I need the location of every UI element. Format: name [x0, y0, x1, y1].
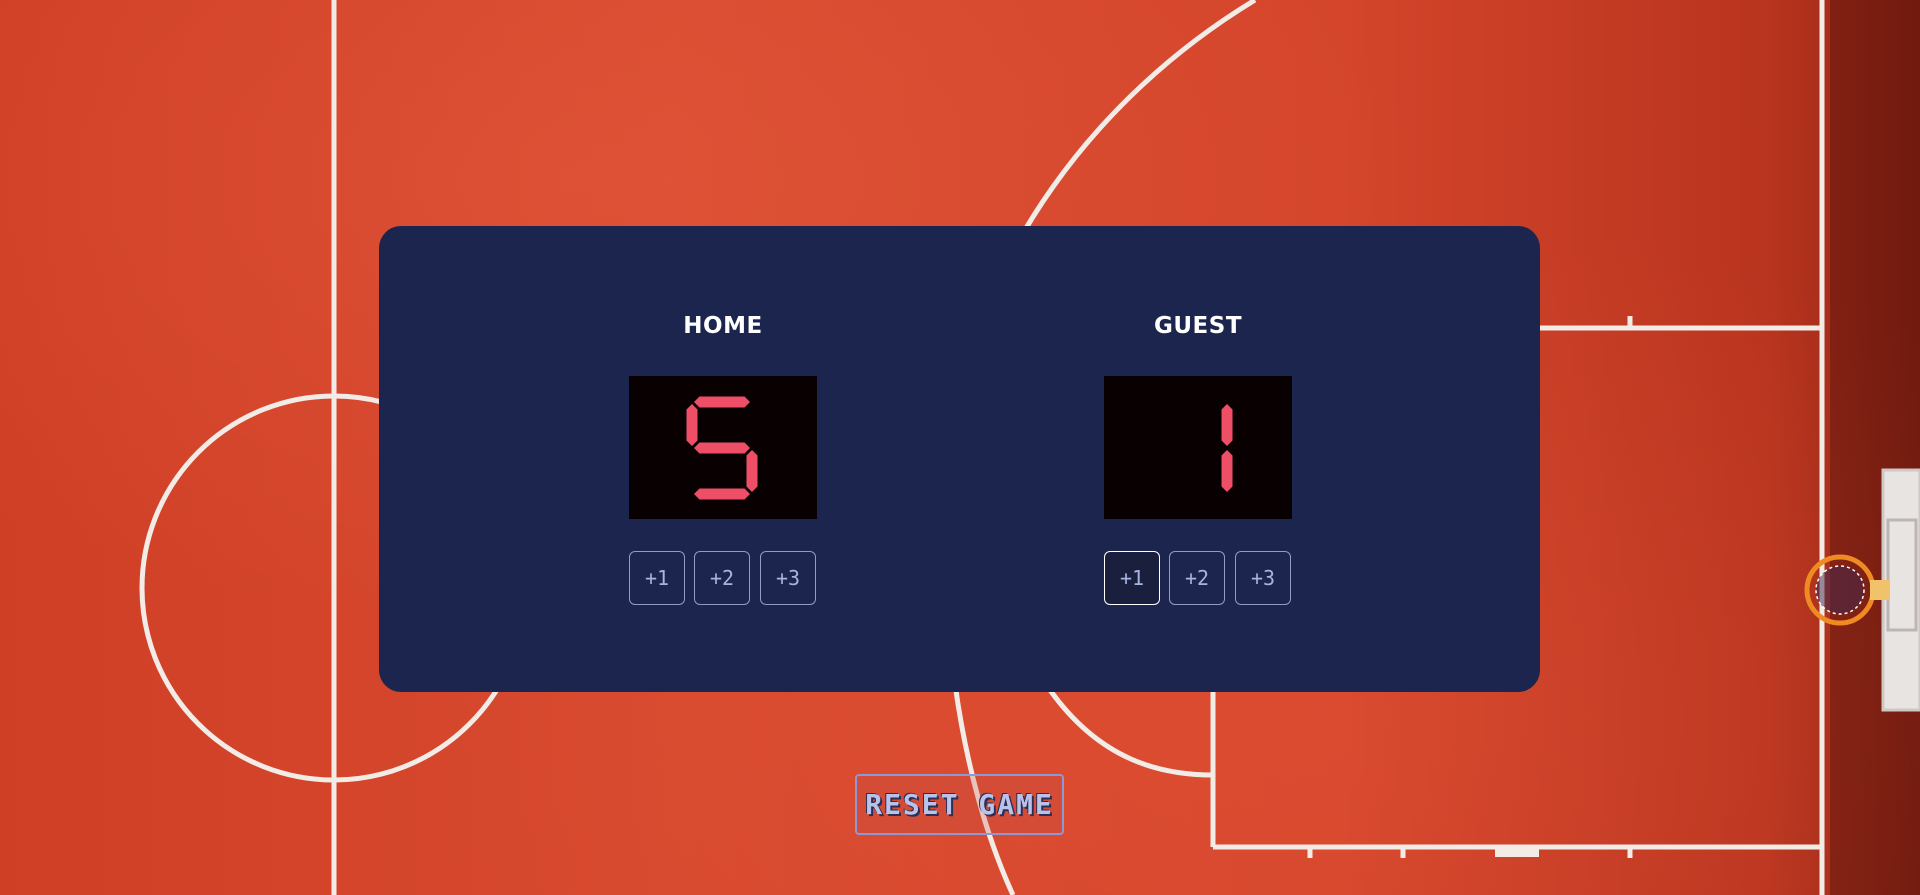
guest-plus-2-button[interactable]: +2 — [1169, 551, 1225, 605]
guest-plus-3-button[interactable]: +3 — [1235, 551, 1291, 605]
home-plus-1-button[interactable]: +1 — [629, 551, 685, 605]
home-digit-segment-d — [694, 488, 750, 500]
guest-digit-segment-b — [1221, 404, 1233, 446]
home-button-row: +1 +2 +3 — [629, 551, 817, 607]
home-digit-segment-g — [694, 442, 750, 454]
guest-score-display — [1104, 376, 1292, 519]
home-score-display — [629, 376, 817, 519]
home-score-digit — [686, 396, 758, 500]
guest-label: GUEST — [1153, 313, 1243, 339]
guest-plus-1-button[interactable]: +1 — [1104, 551, 1160, 605]
guest-score-digit — [1221, 404, 1233, 492]
guest-button-row: +1 +2 +3 — [1104, 551, 1292, 607]
scoreboard-panel: HOME +1 +2 +3 GUEST +1 +2 +3 — [379, 226, 1540, 692]
guest-digit-segment-c — [1221, 450, 1233, 492]
home-plus-2-button[interactable]: +2 — [694, 551, 750, 605]
home-digit-segment-c — [746, 450, 758, 492]
home-digit-segment-f — [686, 404, 698, 446]
home-plus-3-button[interactable]: +3 — [760, 551, 816, 605]
home-label: HOME — [683, 313, 763, 339]
reset-game-button[interactable]: RESET GAME — [855, 774, 1064, 835]
home-digit-segment-a — [694, 396, 750, 408]
